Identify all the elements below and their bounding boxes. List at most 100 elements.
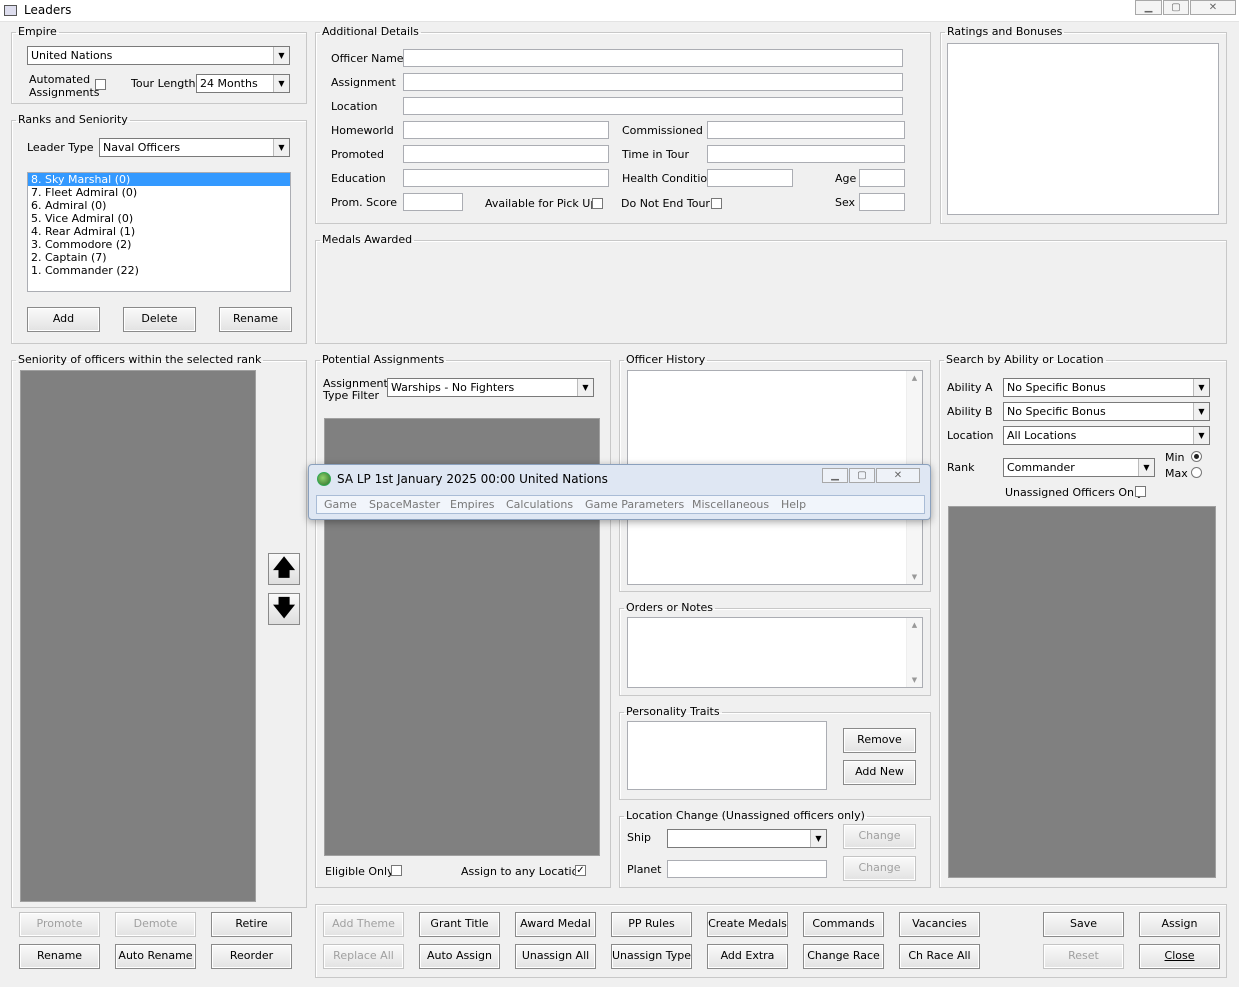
change-ship-button[interactable]: Change — [843, 824, 916, 849]
promoted-label: Promoted — [331, 148, 384, 161]
main-app-window[interactable]: SA LP 1st January 2025 00:00 United Nati… — [308, 464, 931, 520]
menu-calculations[interactable]: Calculations — [506, 498, 573, 511]
check-icon: ✓ — [576, 865, 585, 876]
promote-button[interactable]: Promote — [19, 912, 100, 937]
grant-title-button[interactable]: Grant Title — [419, 912, 500, 937]
officer-name-field[interactable] — [403, 49, 903, 67]
assign-any-location-checkbox[interactable]: ✓ — [575, 865, 586, 876]
delete-rank-button[interactable]: Delete — [123, 307, 196, 332]
scroll-up-icon[interactable]: ▲ — [907, 621, 922, 629]
homeworld-field[interactable] — [403, 121, 609, 139]
move-down-button[interactable]: 🡇 — [268, 593, 300, 625]
move-up-button[interactable]: 🡅 — [268, 553, 300, 585]
time-in-tour-field[interactable] — [707, 145, 905, 163]
rank-list-item[interactable]: 8. Sky Marshal (0) — [28, 173, 290, 186]
close-button[interactable]: Close — [1139, 944, 1220, 969]
add-rank-button[interactable]: Add — [27, 307, 100, 332]
reset-button[interactable]: Reset — [1043, 944, 1124, 969]
promoted-field[interactable] — [403, 145, 609, 163]
leader-type-select[interactable]: Naval Officers ▼ — [99, 138, 290, 157]
prom-score-field[interactable] — [403, 193, 463, 211]
planet-field[interactable] — [667, 860, 827, 878]
rank-list-item[interactable]: 1. Commander (22) — [28, 264, 290, 277]
close-window-button[interactable]: ✕ — [1190, 0, 1236, 15]
scroll-down-icon[interactable]: ▼ — [907, 676, 922, 684]
rename-officer-button[interactable]: Rename — [19, 944, 100, 969]
main-maximize-button[interactable]: ▢ — [849, 468, 875, 483]
orders-text[interactable]: ▲ ▼ — [627, 617, 923, 688]
replace-all-button[interactable]: Replace All — [323, 944, 404, 969]
age-field[interactable] — [859, 169, 905, 187]
seniority-officer-list[interactable] — [20, 370, 256, 902]
tour-length-select[interactable]: 24 Months ▼ — [196, 74, 290, 93]
ability-a-select[interactable]: No Specific Bonus ▼ — [1003, 378, 1210, 397]
commissioned-field[interactable] — [707, 121, 905, 139]
minimize-button[interactable]: ▁ — [1135, 0, 1162, 15]
auto-assign-button[interactable]: Auto Assign — [419, 944, 500, 969]
ratings-list[interactable] — [947, 43, 1219, 215]
search-rank-select[interactable]: Commander ▼ — [1003, 458, 1155, 477]
create-medals-button[interactable]: Create Medals — [707, 912, 788, 937]
pp-rules-button[interactable]: PP Rules — [611, 912, 692, 937]
rank-list-item[interactable]: 6. Admiral (0) — [28, 199, 290, 212]
personality-traits-list[interactable] — [627, 721, 827, 790]
vacancies-button[interactable]: Vacancies — [899, 912, 980, 937]
menu-help[interactable]: Help — [781, 498, 806, 511]
automated-assignments-checkbox[interactable] — [95, 79, 106, 90]
reorder-button[interactable]: Reorder — [211, 944, 292, 969]
assignment-field[interactable] — [403, 73, 903, 91]
main-close-button[interactable]: ✕ — [876, 468, 920, 483]
available-pickup-checkbox[interactable] — [592, 198, 603, 209]
ability-b-select[interactable]: No Specific Bonus ▼ — [1003, 402, 1210, 421]
empire-select[interactable]: United Nations ▼ — [27, 46, 290, 65]
menu-empires[interactable]: Empires — [450, 498, 494, 511]
auto-rename-button[interactable]: Auto Rename — [115, 944, 196, 969]
rank-list-item[interactable]: 7. Fleet Admiral (0) — [28, 186, 290, 199]
chevron-down-icon: ▼ — [1193, 379, 1209, 396]
max-radio[interactable] — [1191, 467, 1202, 478]
assign-button[interactable]: Assign — [1139, 912, 1220, 937]
min-radio[interactable] — [1191, 451, 1202, 462]
add-extra-button[interactable]: Add Extra — [707, 944, 788, 969]
add-theme-button[interactable]: Add Theme — [323, 912, 404, 937]
location-field[interactable] — [403, 97, 903, 115]
remove-trait-button[interactable]: Remove — [843, 728, 916, 753]
menu-game-parameters[interactable]: Game Parameters — [585, 498, 684, 511]
rank-list-item[interactable]: 5. Vice Admiral (0) — [28, 212, 290, 225]
do-not-end-tour-checkbox[interactable] — [711, 198, 722, 209]
unassign-all-button[interactable]: Unassign All — [515, 944, 596, 969]
education-field[interactable] — [403, 169, 609, 187]
demote-button[interactable]: Demote — [115, 912, 196, 937]
search-results-list[interactable] — [948, 506, 1216, 878]
rank-list-item[interactable]: 3. Commodore (2) — [28, 238, 290, 251]
ship-select[interactable]: ▼ — [667, 829, 827, 848]
sex-field[interactable] — [859, 193, 905, 211]
save-button[interactable]: Save — [1043, 912, 1124, 937]
search-location-select[interactable]: All Locations ▼ — [1003, 426, 1210, 445]
change-race-button[interactable]: Change Race — [803, 944, 884, 969]
commands-button[interactable]: Commands — [803, 912, 884, 937]
chevron-down-icon: ▼ — [577, 379, 593, 396]
unassign-type-button[interactable]: Unassign Type — [611, 944, 692, 969]
scroll-down-icon[interactable]: ▼ — [907, 573, 922, 581]
main-minimize-button[interactable]: ▁ — [822, 468, 848, 483]
unassigned-only-checkbox[interactable] — [1135, 486, 1146, 497]
menu-game[interactable]: Game — [324, 498, 357, 511]
assignment-filter-select[interactable]: Warships - No Fighters ▼ — [387, 378, 594, 397]
rank-list-item[interactable]: 2. Captain (7) — [28, 251, 290, 264]
add-new-trait-button[interactable]: Add New — [843, 760, 916, 785]
retire-button[interactable]: Retire — [211, 912, 292, 937]
menu-spacemaster[interactable]: SpaceMaster — [369, 498, 440, 511]
rank-list-item[interactable]: 4. Rear Admiral (1) — [28, 225, 290, 238]
scroll-up-icon[interactable]: ▲ — [907, 374, 922, 382]
menu-miscellaneous[interactable]: Miscellaneous — [692, 498, 769, 511]
maximize-button[interactable]: ▢ — [1163, 0, 1189, 15]
rank-list[interactable]: 8. Sky Marshal (0) 7. Fleet Admiral (0) … — [27, 172, 291, 292]
eligible-only-checkbox[interactable] — [391, 865, 402, 876]
ch-race-all-button[interactable]: Ch Race All — [899, 944, 980, 969]
orders-scrollbar[interactable]: ▲ ▼ — [906, 618, 922, 687]
health-condition-field[interactable] — [707, 169, 793, 187]
award-medal-button[interactable]: Award Medal — [515, 912, 596, 937]
rename-rank-button[interactable]: Rename — [219, 307, 292, 332]
change-planet-button[interactable]: Change — [843, 856, 916, 881]
